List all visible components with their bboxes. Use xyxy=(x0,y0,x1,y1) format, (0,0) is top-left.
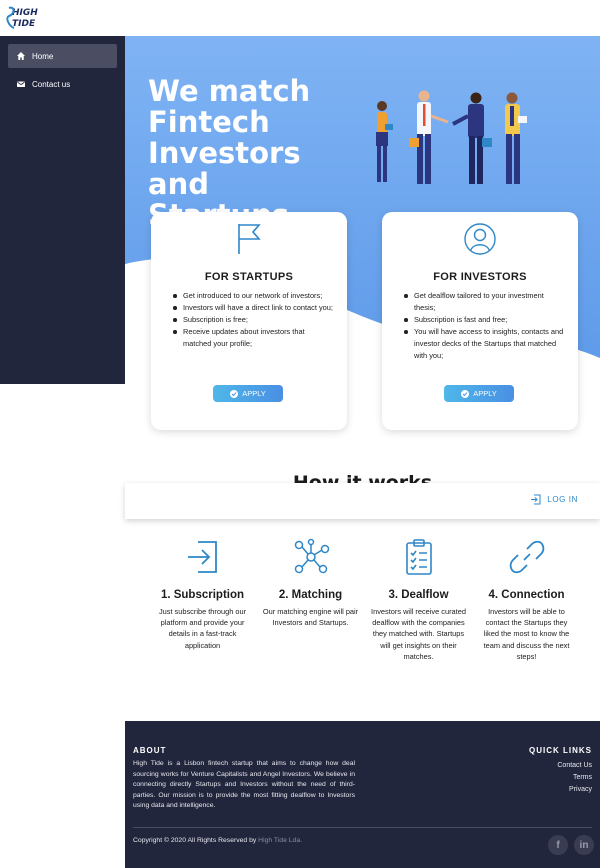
step-description: Just subscribe through our platform and … xyxy=(158,607,247,650)
business-people-illustration xyxy=(376,90,527,184)
step-title: 2. Matching xyxy=(278,589,343,601)
apply-investors-button[interactable]: APPLY xyxy=(444,385,514,402)
card-title: FOR INVESTORS xyxy=(433,271,527,283)
hero-title: We match Fintech Investors and Startups xyxy=(148,74,311,231)
apply-button-label: APPLY xyxy=(473,389,497,398)
list-item: Get dealflow tailored to your investment… xyxy=(404,290,564,314)
link-icon xyxy=(507,537,547,577)
check-circle-icon xyxy=(230,389,239,398)
step-subscription: 1. Subscription Just subscribe through o… xyxy=(150,537,255,651)
high-tide-logo[interactable]: HIGH TIDE xyxy=(6,4,40,32)
card-title: FOR STARTUPS xyxy=(204,271,294,283)
step-title: 1. Subscription xyxy=(160,589,245,601)
list-item: Subscription is free; xyxy=(173,314,333,326)
step-description: Investors will be able to contact the St… xyxy=(483,607,570,661)
sidebar-item-label: Contact us xyxy=(32,79,71,89)
svg-text:HIGH: HIGH xyxy=(12,8,38,18)
about-heading: ABOUT xyxy=(133,746,167,755)
login-bar: LOG IN xyxy=(125,483,600,519)
investors-card: FOR INVESTORS Get dealflow tailored to y… xyxy=(382,212,578,430)
svg-text:TIDE: TIDE xyxy=(12,19,36,29)
flag-icon xyxy=(238,224,261,254)
linkedin-icon[interactable]: in xyxy=(574,835,594,855)
step-dealflow: 3. Dealflow Investors will receive curat… xyxy=(366,537,471,662)
mail-icon xyxy=(16,79,26,89)
list-item: Subscription is fast and free; xyxy=(404,314,564,326)
sign-in-icon xyxy=(183,537,223,577)
step-title: 3. Dealflow xyxy=(388,589,449,601)
apply-startups-button[interactable]: APPLY xyxy=(213,385,283,402)
network-icon xyxy=(291,537,331,577)
footer-divider xyxy=(133,827,592,828)
sidebar-item-contact-us[interactable]: Contact us xyxy=(8,72,117,96)
step-matching: 2. Matching Our matching engine will pai… xyxy=(258,537,363,628)
user-icon xyxy=(464,223,496,255)
list-item: Get introduced to our network of investo… xyxy=(173,290,333,302)
sidebar-item-home[interactable]: Home xyxy=(8,44,117,68)
sidebar: Home Contact us xyxy=(0,36,125,384)
list-item: You will have access to insights, contac… xyxy=(404,326,564,362)
clipboard-icon xyxy=(399,537,439,577)
home-icon xyxy=(16,51,26,61)
about-text: High Tide is a Lisbon fintech startup th… xyxy=(133,760,355,809)
login-button[interactable]: LOG IN xyxy=(530,494,578,505)
apply-button-label: APPLY xyxy=(242,389,266,398)
facebook-icon[interactable]: f xyxy=(548,835,568,855)
copyright-brand[interactable]: High Tide Lda. xyxy=(258,837,302,844)
startups-card: FOR STARTUPS Get introduced to our netwo… xyxy=(151,212,347,430)
step-connection: 4. Connection Investors will be able to … xyxy=(474,537,579,662)
footer-link-terms[interactable]: Terms xyxy=(573,774,592,781)
copyright: Copyright © 2020 All Rights Reserved by … xyxy=(133,837,302,844)
check-circle-icon xyxy=(461,389,470,398)
sign-in-icon xyxy=(531,494,541,505)
login-label: LOG IN xyxy=(547,495,578,504)
footer-link-contact-us[interactable]: Contact Us xyxy=(557,762,592,769)
sidebar-item-label: Home xyxy=(32,51,54,61)
quick-links-heading: QUICK LINKS xyxy=(529,746,592,755)
list-item: Receive updates about investors that mat… xyxy=(173,326,333,350)
step-description: Investors will receive curated dealflow … xyxy=(371,607,466,661)
investors-benefit-list: Get dealflow tailored to your investment… xyxy=(404,290,564,362)
list-item: Investors will have a direct link to con… xyxy=(173,302,333,314)
footer-link-privacy[interactable]: Privacy xyxy=(569,786,592,793)
step-title: 4. Connection xyxy=(488,589,565,601)
startups-benefit-list: Get introduced to our network of investo… xyxy=(173,290,333,350)
copyright-text: Copyright © 2020 All Rights Reserved by xyxy=(133,837,259,844)
footer: ABOUT High Tide is a Lisbon fintech star… xyxy=(125,721,600,868)
step-description: Our matching engine will pair Investors … xyxy=(262,607,359,628)
